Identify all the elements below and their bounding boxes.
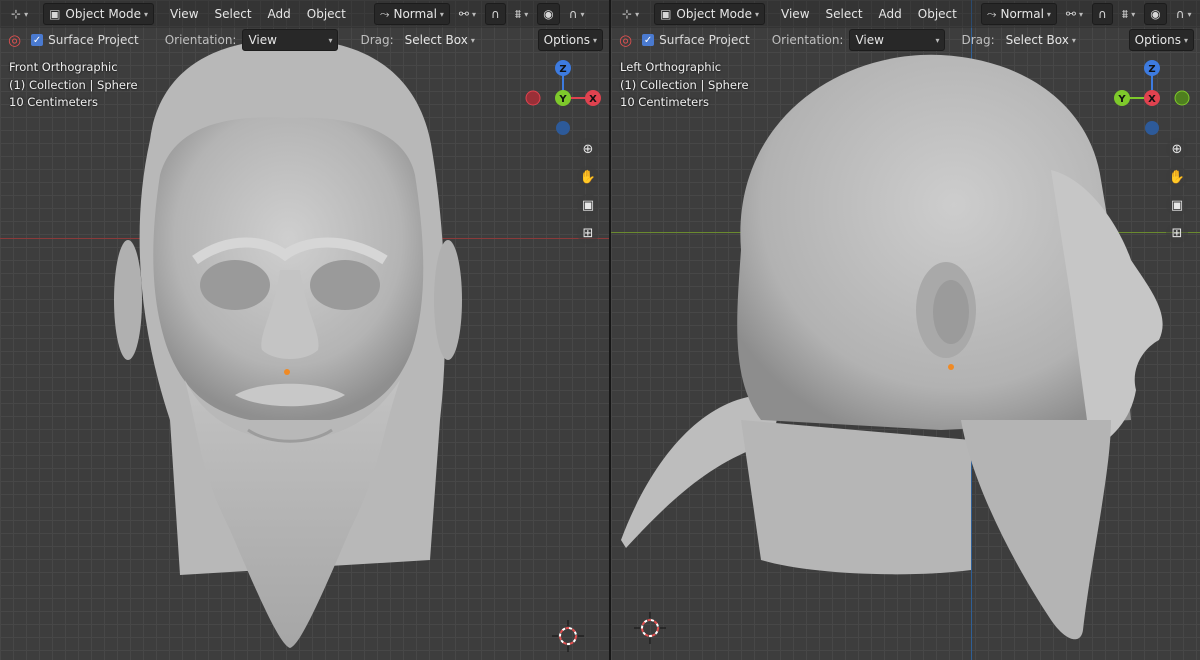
viewport-left-ortho[interactable]: ⊹ ▾ ▣ Object Mode ▾ View Select Add Object… [611, 0, 1200, 660]
grid-ortho-icon[interactable]: ⊞ [577, 222, 599, 244]
magnet-icon: ∩ [491, 7, 500, 21]
options-dropdown[interactable]: Options ▾ [1128, 29, 1194, 51]
drag-label: Drag: [360, 33, 394, 47]
orientation-label: Orientation: [771, 33, 844, 47]
drag-dropdown[interactable]: Select Box ▾ [1001, 30, 1081, 50]
collection-info: (1) Collection | Sphere [620, 77, 749, 92]
gizmo-y-label: Y [558, 94, 567, 105]
transform-orientation-dropdown[interactable]: ⤳ Normal ▾ [373, 3, 450, 25]
snap-increment-icon: ⩩ [1121, 6, 1129, 21]
cursor-tool-icon: ◎ [8, 31, 22, 49]
zoom-icon[interactable]: ⊕ [577, 138, 599, 160]
menu-view[interactable]: View [164, 7, 204, 21]
proportional-edit-icon: ◉ [543, 7, 554, 21]
menu-select[interactable]: Select [209, 7, 258, 21]
zoom-icon[interactable]: ⊕ [1166, 138, 1188, 160]
options-dropdown[interactable]: Options ▾ [537, 29, 603, 51]
mode-dropdown[interactable]: ▣ Object Mode ▾ [654, 3, 766, 25]
hand-pan-icon[interactable]: ✋ [577, 166, 599, 188]
snap-increment-icon: ⩩ [514, 6, 522, 21]
origin-point [948, 364, 954, 370]
pivot-button[interactable]: ⚯ ▾ [454, 4, 481, 24]
orientation-icon: ⤳ [379, 6, 390, 21]
camera-icon[interactable]: ▣ [1166, 194, 1188, 216]
hand-pan-icon[interactable]: ✋ [1166, 166, 1188, 188]
falloff-button[interactable]: ∩ ▾ [564, 4, 590, 24]
viewport-front[interactable]: ⊹ ▾ ▣ Object Mode ▾ View Select Add Object… [0, 0, 609, 660]
3d-cursor-icon[interactable] [634, 612, 666, 644]
menu-add[interactable]: Add [262, 7, 297, 21]
viewport-info: Front Orthographic (1) Collection | Sphe… [9, 59, 138, 112]
pivot-button[interactable]: ⚯ ▾ [1061, 4, 1088, 24]
tool-settings-bar: ◎ ✓ Surface Project Orientation: View ▾ D… [611, 28, 1200, 52]
object-mode-icon: ▣ [49, 7, 61, 21]
gizmo-z-label: Z [1148, 64, 1155, 75]
collection-info: (1) Collection | Sphere [9, 77, 138, 92]
menu-view[interactable]: View [775, 7, 815, 21]
gizmo-y-label: Y [1117, 94, 1126, 105]
snap-target-button[interactable]: ⩩ ▾ [1117, 4, 1140, 24]
cursor-tool-icon: ◎ [619, 31, 633, 49]
snap-target-button[interactable]: ⩩ ▾ [510, 4, 533, 24]
orientation-label: Orientation: [164, 33, 237, 47]
falloff-curve-icon: ∩ [1175, 7, 1185, 21]
menu-object[interactable]: Object [301, 7, 352, 21]
navigation-gizmo[interactable]: Z Y X [1109, 56, 1195, 138]
viewport-header: ⊹ ▾ ▣ Object Mode ▾ View Select Add Object… [0, 0, 609, 28]
grid-scale: 10 Centimeters [620, 95, 709, 109]
transform-orientation-dropdown[interactable]: ⤳ Normal ▾ [980, 3, 1057, 25]
magnet-icon: ∩ [1098, 7, 1107, 21]
orientation-icon: ⤳ [986, 6, 997, 21]
grid-ortho-icon[interactable]: ⊞ [1166, 222, 1188, 244]
object-mode-icon: ▣ [660, 7, 672, 21]
editor-type-icon: ⊹ [11, 7, 22, 21]
proportional-edit-icon: ◉ [1150, 7, 1161, 21]
orientation-dropdown[interactable]: View ▾ [849, 29, 946, 51]
link-icon: ⚯ [1065, 7, 1076, 21]
visibility-button[interactable]: ◉▾ [608, 4, 609, 24]
snap-toggle[interactable]: ∩ [485, 3, 506, 25]
tool-settings-bar: ◎ ✓ Surface Project Orientation: View ▾ D… [0, 28, 609, 52]
view-name: Front Orthographic [9, 60, 118, 74]
falloff-button[interactable]: ∩ ▾ [1171, 4, 1197, 24]
surface-project-checkbox[interactable]: ✓ [642, 34, 655, 46]
menu-select[interactable]: Select [820, 7, 869, 21]
viewport-info: Left Orthographic (1) Collection | Spher… [620, 59, 749, 112]
surface-project-checkbox[interactable]: ✓ [31, 34, 44, 46]
grid-scale: 10 Centimeters [9, 95, 98, 109]
view-name: Left Orthographic [620, 60, 722, 74]
editor-type-button[interactable]: ⊹ ▾ [617, 4, 644, 24]
editor-type-button[interactable]: ⊹ ▾ [6, 4, 33, 24]
editor-type-icon: ⊹ [622, 7, 633, 21]
menu-add[interactable]: Add [873, 7, 908, 21]
menu-object[interactable]: Object [912, 7, 963, 21]
proportional-edit-toggle[interactable]: ◉ [1144, 3, 1167, 25]
origin-point [284, 369, 290, 375]
camera-icon[interactable]: ▣ [577, 194, 599, 216]
snap-toggle[interactable]: ∩ [1092, 3, 1113, 25]
gizmo-x-label: X [1148, 94, 1156, 105]
drag-label: Drag: [961, 33, 995, 47]
falloff-curve-icon: ∩ [568, 7, 578, 21]
drag-dropdown[interactable]: Select Box ▾ [400, 30, 480, 50]
link-icon: ⚯ [458, 7, 469, 21]
gizmo-z-label: Z [559, 64, 566, 75]
mode-dropdown[interactable]: ▣ Object Mode ▾ [43, 3, 155, 25]
surface-project-label: Surface Project [659, 33, 750, 47]
gizmo-x-label: X [589, 94, 597, 105]
viewport-header: ⊹ ▾ ▣ Object Mode ▾ View Select Add Object… [611, 0, 1200, 28]
proportional-edit-toggle[interactable]: ◉ [537, 3, 560, 25]
surface-project-label: Surface Project [48, 33, 139, 47]
navigation-gizmo[interactable]: Z Y X [520, 56, 606, 138]
orientation-dropdown[interactable]: View ▾ [242, 29, 339, 51]
3d-cursor-icon[interactable] [552, 620, 584, 652]
